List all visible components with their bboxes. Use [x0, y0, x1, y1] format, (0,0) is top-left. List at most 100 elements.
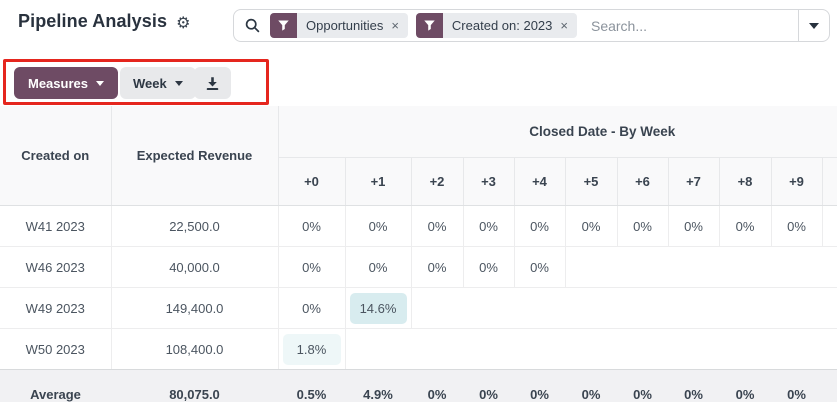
cohort-cell[interactable]: 0% — [278, 206, 345, 247]
cohort-cell[interactable]: 0% — [411, 206, 463, 247]
search-icon — [245, 18, 260, 33]
column-header-expected-revenue: Expected Revenue — [111, 106, 278, 206]
period-column-header: +0 — [278, 158, 345, 206]
cohort-cell[interactable]: 0% — [565, 206, 617, 247]
average-cell: 0% — [565, 370, 617, 403]
table-row: W41 202322,500.00%0%0%0%0%0%0%0%0%0% — [0, 206, 837, 247]
cohort-empty-cell — [463, 329, 514, 370]
average-empty-cell — [822, 370, 837, 403]
cohort-empty-cell — [719, 288, 771, 329]
close-icon[interactable]: × — [560, 19, 568, 32]
period-column-header: +4 — [514, 158, 565, 206]
cohort-empty-cell — [719, 247, 771, 288]
cohort-cell[interactable]: 14.6% — [345, 288, 411, 329]
cohort-cell[interactable]: 0% — [278, 247, 345, 288]
close-icon[interactable]: × — [391, 19, 399, 32]
average-cell: 0% — [411, 370, 463, 403]
cohort-cell[interactable]: 0% — [719, 206, 771, 247]
row-label: W41 2023 — [0, 206, 111, 247]
cohort-empty-cell — [822, 206, 837, 247]
cohort-cell[interactable]: 0% — [514, 206, 565, 247]
average-cell: 0% — [514, 370, 565, 403]
cohort-empty-cell — [565, 247, 617, 288]
average-cell: 0% — [463, 370, 514, 403]
expected-revenue-value: 22,500.0 — [111, 206, 278, 247]
cohort-empty-cell — [411, 329, 463, 370]
group-header-closed-date: Closed Date - By Week — [278, 106, 837, 158]
average-cell: 0% — [719, 370, 771, 403]
cohort-cell[interactable]: 0% — [278, 288, 345, 329]
cohort-empty-cell — [771, 247, 822, 288]
column-header-created-on: Created on — [0, 106, 111, 206]
cohort-cell[interactable]: 0% — [463, 206, 514, 247]
cohort-cell[interactable]: 0% — [463, 247, 514, 288]
gear-icon[interactable]: ⚙ — [176, 15, 190, 31]
row-label: W49 2023 — [0, 288, 111, 329]
search-options-toggle[interactable] — [798, 10, 829, 41]
average-cell: 0% — [617, 370, 668, 403]
search-input[interactable] — [589, 17, 798, 35]
chevron-down-icon — [809, 23, 819, 29]
cohort-empty-cell — [822, 288, 837, 329]
facet-label: Opportunities — [306, 18, 383, 33]
cohort-empty-cell — [668, 247, 719, 288]
cohort-cell[interactable]: 0% — [411, 247, 463, 288]
row-label: W50 2023 — [0, 329, 111, 370]
measures-button-label: Measures — [28, 76, 88, 91]
cohort-empty-cell — [565, 288, 617, 329]
average-cell: 4.9% — [345, 370, 411, 403]
cohort-cell[interactable]: 0% — [345, 247, 411, 288]
cohort-cell[interactable]: 0% — [771, 206, 822, 247]
period-column-header: +9 — [771, 158, 822, 206]
period-column-spacer — [822, 158, 837, 206]
interval-button-label: Week — [133, 76, 167, 91]
cohort-empty-cell — [463, 288, 514, 329]
chevron-down-icon — [175, 81, 183, 86]
facet-label: Created on: 2023 — [452, 18, 552, 33]
period-column-header: +5 — [565, 158, 617, 206]
expected-revenue-value: 149,400.0 — [111, 288, 278, 329]
cohort-empty-cell — [822, 247, 837, 288]
average-row: Average80,075.00.5%4.9%0%0%0%0%0%0%0%0% — [0, 370, 837, 403]
search-facet: Opportunities × — [270, 13, 408, 38]
cohort-empty-cell — [617, 329, 668, 370]
filter-icon — [270, 13, 297, 38]
cohort-cell[interactable]: 0% — [617, 206, 668, 247]
cohort-empty-cell — [771, 288, 822, 329]
measures-button[interactable]: Measures — [14, 67, 118, 99]
download-button[interactable] — [194, 67, 231, 99]
interval-button[interactable]: Week — [120, 67, 196, 99]
search-facets: Opportunities × Created on: 2023 × — [270, 13, 577, 38]
filter-icon — [416, 13, 443, 38]
cohort-empty-cell — [719, 329, 771, 370]
cohort-cell[interactable]: 1.8% — [278, 329, 345, 370]
period-column-header: +2 — [411, 158, 463, 206]
cohort-empty-cell — [617, 247, 668, 288]
cohort-empty-cell — [514, 288, 565, 329]
row-label: W46 2023 — [0, 247, 111, 288]
page-title: Pipeline Analysis — [18, 11, 167, 32]
cohort-cell[interactable]: 0% — [514, 247, 565, 288]
cohort-empty-cell — [565, 329, 617, 370]
cohort-empty-cell — [822, 329, 837, 370]
cohort-empty-cell — [617, 288, 668, 329]
expected-revenue-value: 108,400.0 — [111, 329, 278, 370]
cohort-empty-cell — [514, 329, 565, 370]
period-column-header: +1 — [345, 158, 411, 206]
cohort-cell[interactable]: 0% — [668, 206, 719, 247]
table-row: W46 202340,000.00%0%0%0%0% — [0, 247, 837, 288]
search-bar[interactable]: Opportunities × Created on: 2023 × — [233, 9, 830, 42]
chevron-down-icon — [96, 81, 104, 86]
cohort-table-viewport: Created on Expected Revenue Closed Date … — [0, 106, 837, 402]
cohort-empty-cell — [668, 288, 719, 329]
expected-revenue-value: 40,000.0 — [111, 247, 278, 288]
download-icon — [205, 76, 220, 91]
period-column-header: +7 — [668, 158, 719, 206]
cohort-empty-cell — [345, 329, 411, 370]
period-column-header: +6 — [617, 158, 668, 206]
period-column-header: +8 — [719, 158, 771, 206]
average-cell: 0% — [771, 370, 822, 403]
cohort-cell[interactable]: 0% — [345, 206, 411, 247]
average-cell: 0% — [668, 370, 719, 403]
average-label: Average — [0, 370, 111, 403]
